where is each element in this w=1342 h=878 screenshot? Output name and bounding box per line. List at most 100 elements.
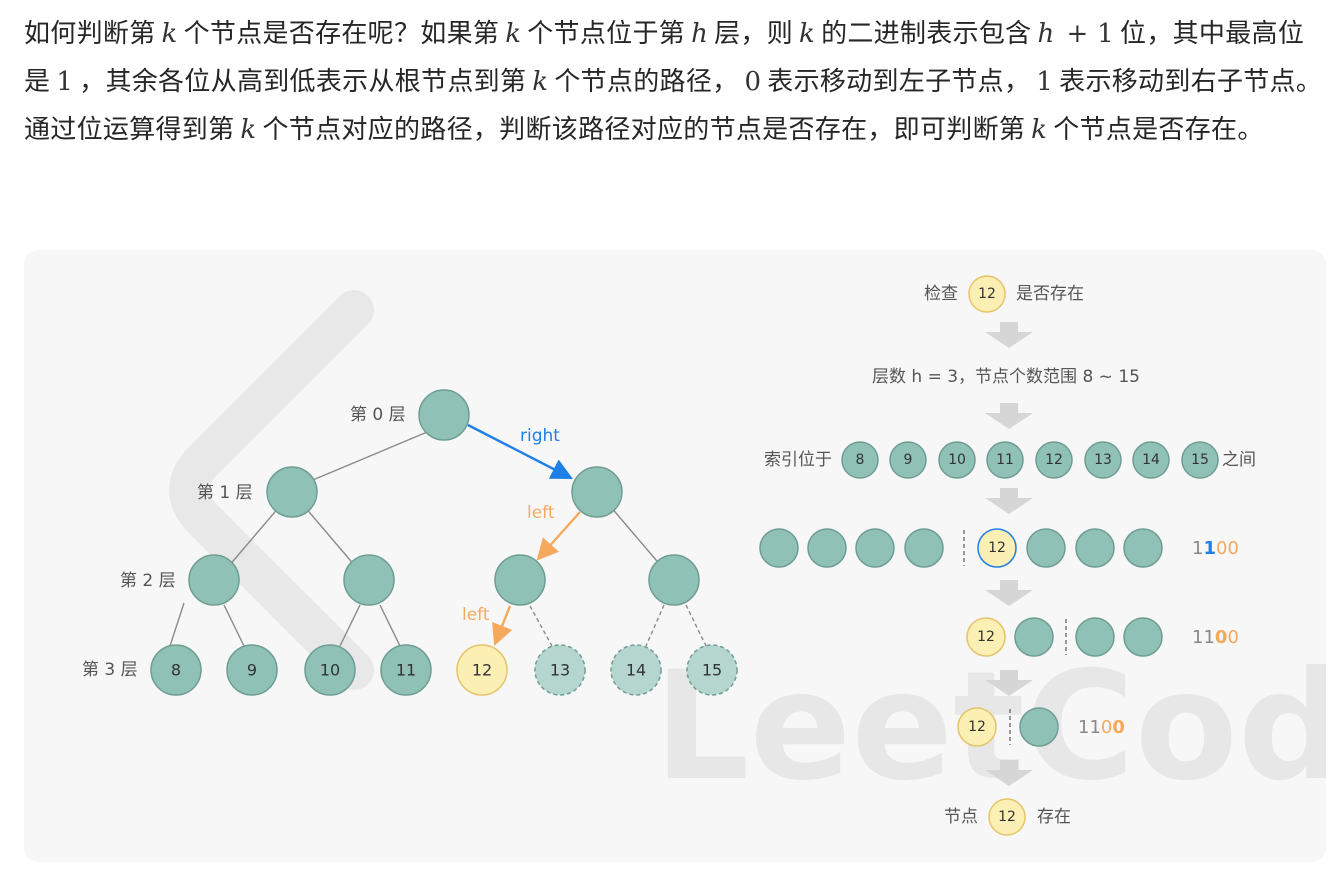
- step3-node-8: 8: [841, 441, 879, 479]
- left-arrow-1-label: left: [527, 503, 555, 523]
- node-label: 11: [996, 452, 1014, 468]
- paragraph-text: ，其余各位从高到低表示从根节点到第: [79, 67, 527, 97]
- edge-2c-3f: [529, 605, 553, 647]
- node-label: 12: [998, 809, 1016, 825]
- diagram-svg: LeetCode right left left 第 0 层 第 1 层 第 2…: [82, 275, 1326, 836]
- math-symbol: k: [161, 19, 178, 49]
- edge-2b-3d: [379, 604, 401, 647]
- math-symbol: k: [799, 19, 816, 49]
- step3-node-11: 11: [986, 441, 1024, 479]
- math-symbol: 1: [56, 67, 74, 97]
- tree-leaf-13: 13: [534, 644, 586, 696]
- math-symbol: 0: [744, 67, 762, 97]
- step3-node-14: 14: [1132, 441, 1170, 479]
- node-circle: [1019, 707, 1059, 747]
- bit-digit: 0: [1227, 627, 1238, 648]
- node-label: 11: [396, 661, 416, 680]
- row1-bits: 1100: [1192, 538, 1239, 559]
- paragraph-text: 表示移动到左子节点，: [767, 67, 1031, 97]
- step1-prefix: 检查: [924, 284, 958, 304]
- row1-left-node-0: [759, 528, 799, 568]
- paragraph-text: 如何判断第: [24, 19, 156, 49]
- edge-2a-3a: [169, 602, 185, 647]
- tree-leaf-12: 12: [456, 644, 508, 696]
- node-label: 13: [550, 661, 570, 680]
- flow-arrow-1: [985, 322, 1033, 348]
- level-0-label: 第 0 层: [350, 405, 406, 425]
- node-circle: [1123, 617, 1163, 657]
- bit-digit: 1: [1203, 627, 1214, 648]
- node-circle: [904, 528, 944, 568]
- math-symbol: 1: [1036, 67, 1054, 97]
- bit-digit: 0: [1216, 538, 1227, 559]
- row2-node-a: [1014, 617, 1054, 657]
- flow-arrow-2: [985, 403, 1033, 429]
- step3-node-13: 13: [1084, 441, 1122, 479]
- row1-left-node-2: [855, 528, 895, 568]
- row2-node-c: [1123, 617, 1163, 657]
- row2-bits: 1100: [1192, 627, 1239, 648]
- node-label: 12: [1045, 452, 1063, 468]
- bit-digit: 1: [1078, 717, 1089, 738]
- bit-digit: 1: [1089, 717, 1100, 738]
- bit-digit: 0: [1215, 627, 1228, 648]
- row3-target-node: 12: [957, 707, 997, 747]
- bit-digit: 1: [1203, 538, 1216, 559]
- row1-left-node-3: [904, 528, 944, 568]
- node-circle: [759, 528, 799, 568]
- node-label: 12: [968, 719, 986, 735]
- tree-leaf-11: 11: [380, 644, 432, 696]
- tree-leaf-10: 10: [304, 644, 356, 696]
- paragraph-text: 层，则: [714, 19, 794, 49]
- bit-digit: 0: [1101, 717, 1112, 738]
- node-label: 8: [171, 661, 181, 680]
- node-label: 12: [978, 286, 996, 302]
- step3-node-9: 9: [889, 441, 927, 479]
- node-label: 15: [1191, 452, 1209, 468]
- node-label: 13: [1094, 452, 1112, 468]
- step1-node: 12: [968, 275, 1006, 313]
- node-label: 12: [977, 629, 995, 645]
- tree-edges: [169, 424, 707, 647]
- math-symbol: h: [691, 19, 709, 49]
- right-arrow-label: right: [520, 426, 560, 446]
- row3-bits: 1100: [1078, 717, 1125, 738]
- tree-node-root: [418, 389, 470, 441]
- math-symbol: k: [1031, 115, 1048, 145]
- tree-node-l2a: [188, 554, 240, 606]
- step2-text: 层数 h = 3，节点个数范围 8 ~ 15: [872, 367, 1140, 387]
- node-label: 14: [626, 661, 646, 680]
- tree-leaf-14: 14: [610, 644, 662, 696]
- step3-node-15: 15: [1181, 441, 1219, 479]
- math-symbol: k: [505, 19, 522, 49]
- result-suffix: 存在: [1037, 807, 1071, 827]
- level-3-label: 第 3 层: [82, 660, 138, 680]
- paragraph-text: 个节点对应的路径，判断该路径对应的节点是否存在，即可判断第: [262, 115, 1026, 145]
- node-label: 12: [472, 661, 492, 680]
- result-node: 12: [988, 798, 1026, 836]
- row1-right-node-2: [1123, 528, 1163, 568]
- row2-node-b: [1075, 617, 1115, 657]
- math-symbol: + 1: [1066, 19, 1115, 49]
- paragraph-text: 个节点位于第: [527, 19, 686, 49]
- step3-prefix: 索引位于: [764, 450, 832, 470]
- row2-target-node: 12: [966, 617, 1006, 657]
- node-label: 10: [948, 452, 966, 468]
- result-prefix: 节点: [944, 807, 978, 827]
- node-label: 12: [988, 540, 1006, 556]
- math-symbol: k: [532, 67, 549, 97]
- node-label: 14: [1142, 452, 1160, 468]
- description-paragraph: 如何判断第 k 个节点是否存在呢？如果第 k 个节点位于第 h 层，则 k 的二进制表示包含 h +…: [24, 10, 1324, 154]
- tree-node-l1a: [266, 466, 318, 518]
- edge-2a-3b: [223, 604, 245, 647]
- node-label: 9: [904, 452, 913, 468]
- figure-panel: LeetCode right left left 第 0 层 第 1 层 第 2…: [24, 250, 1326, 862]
- node-label: 9: [247, 661, 257, 680]
- bit-digit: 1: [1192, 538, 1203, 559]
- row1-target-node: 12: [977, 528, 1017, 568]
- edge-0-1a: [307, 424, 445, 483]
- bit-digit: 0: [1227, 538, 1238, 559]
- node-circle: [1026, 528, 1066, 568]
- tree-leaves: 8 9 10 11 12 13 14 15: [150, 644, 738, 696]
- bit-digit: 0: [1112, 717, 1125, 738]
